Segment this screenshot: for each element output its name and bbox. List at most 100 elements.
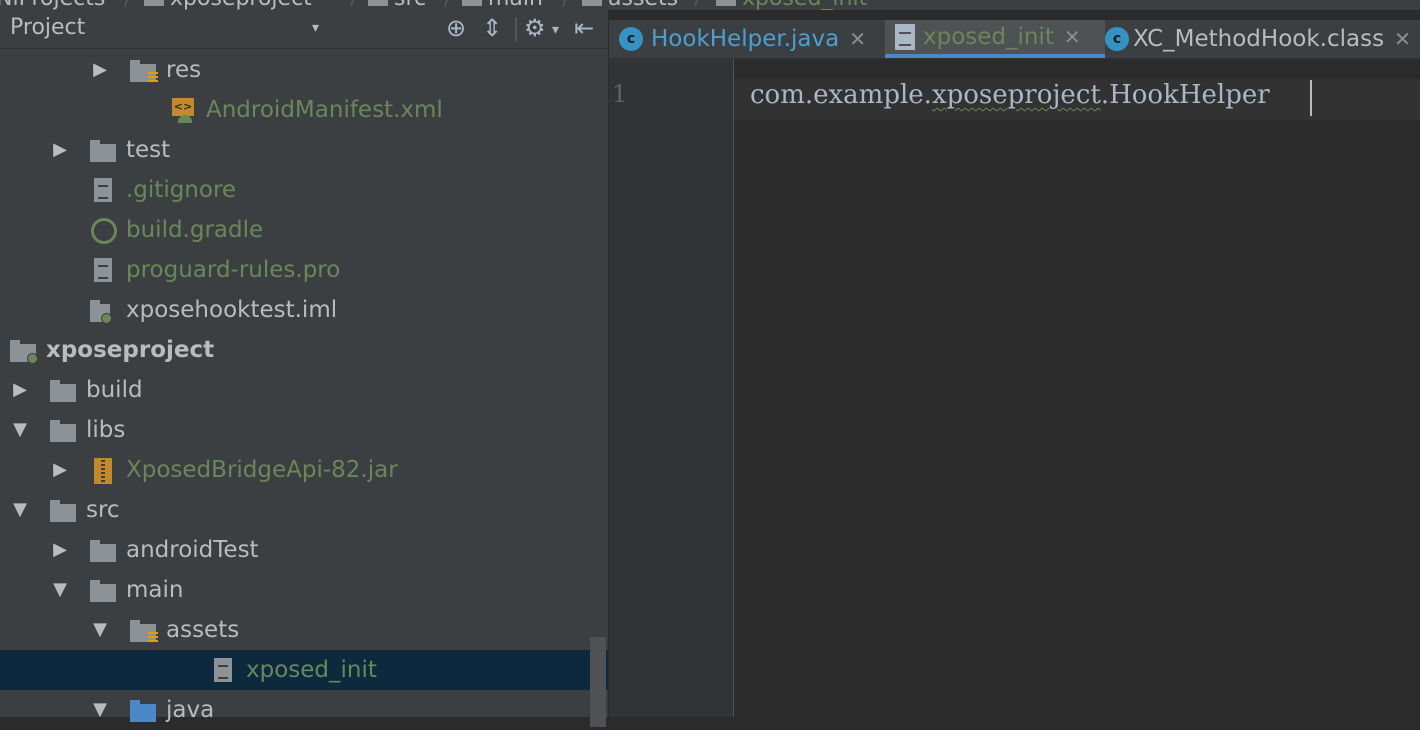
text-caret: [1310, 80, 1312, 116]
tree-item-xposed-init[interactable]: xposed_init: [0, 650, 608, 690]
project-view-selector[interactable]: Project: [10, 15, 85, 40]
tree-item-label: .gitignore: [126, 177, 237, 203]
breadcrumb-item[interactable]: src: [368, 0, 426, 10]
folder-icon: [50, 498, 76, 522]
chevron-down-icon[interactable]: ▼: [90, 610, 110, 650]
file-icon: [716, 0, 736, 6]
chevron-down-icon[interactable]: ▼: [50, 570, 70, 610]
folder-icon: [368, 0, 388, 6]
tree-item-proguard-rules-pro[interactable]: proguard-rules.pro: [0, 250, 608, 290]
breadcrumb-separator: /: [350, 0, 357, 10]
tree-item-label: xposehooktest.iml: [126, 297, 338, 323]
file-icon: [90, 258, 116, 282]
tree-item-test[interactable]: ▶ test: [0, 130, 608, 170]
editor-tab-bar: c HookHelper.java ✕ xposed_init ✕ c XC_M…: [609, 20, 1420, 59]
tree-item-label: libs: [86, 417, 126, 443]
chevron-right-icon[interactable]: ▶: [50, 130, 70, 170]
editor-area[interactable]: [734, 120, 1420, 717]
tab-xc-methodhook-class[interactable]: c XC_MethodHook.class ✕: [1105, 20, 1420, 58]
tab-xposed-init[interactable]: xposed_init ✕: [885, 20, 1105, 58]
file-icon: [210, 658, 236, 682]
breadcrumb-separator: /: [694, 0, 701, 10]
tree-item-label: xposed_init: [246, 657, 377, 683]
breadcrumb-item[interactable]: NiProjects: [0, 0, 105, 10]
chevron-right-icon[interactable]: ▶: [50, 530, 70, 570]
chevron-right-icon[interactable]: ▶: [10, 370, 30, 410]
project-panel: Project ▾ ⊕ ⇕ | ⚙ ▾ ⇤ ▶ res <> AndroidManif…: [0, 10, 609, 727]
folder-icon: [90, 538, 116, 562]
close-icon[interactable]: ✕: [1384, 27, 1411, 51]
project-panel-header: Project ▾ ⊕ ⇕ | ⚙ ▾ ⇤: [0, 10, 608, 49]
code-text-spellcheck: xposeproject: [931, 80, 1101, 110]
tree-item-label: assets: [166, 617, 240, 643]
tree-item-main[interactable]: ▼ main: [0, 570, 608, 610]
tree-item-build-gradle[interactable]: build.gradle: [0, 210, 608, 250]
tree-item-label: main: [126, 577, 184, 603]
tree-item-xposedbridgeapi-82-jar[interactable]: ▶ XposedBridgeApi-82.jar: [0, 450, 608, 490]
tree-item-java[interactable]: ▼ java: [0, 690, 608, 730]
tree-item-xposeproject[interactable]: ▼xposeproject: [0, 330, 608, 370]
folder-icon: [50, 418, 76, 442]
module-file-icon: [90, 298, 116, 324]
close-icon[interactable]: ✕: [839, 27, 866, 51]
gear-icon[interactable]: ⚙: [524, 14, 546, 42]
chevron-right-icon[interactable]: ▶: [90, 50, 110, 90]
code-text: com.example.: [750, 80, 932, 110]
jar-icon: [90, 458, 116, 484]
folder-icon: [90, 138, 116, 162]
tree-item-label: build: [86, 377, 143, 403]
tree-item-label: res: [166, 57, 202, 83]
tree-item-xposehooktest-iml[interactable]: xposehooktest.iml: [0, 290, 608, 330]
tree-item-gitignore[interactable]: .gitignore: [0, 170, 608, 210]
res-folder-icon: [130, 58, 158, 82]
hide-panel-icon[interactable]: ⇤: [574, 14, 594, 42]
breadcrumb-item[interactable]: assets: [582, 0, 678, 10]
tree-item-label: java: [166, 697, 215, 723]
tab-label: XC_MethodHook.class: [1133, 26, 1385, 52]
tab-label: xposed_init: [923, 24, 1054, 50]
tree-item-label: build.gradle: [126, 217, 264, 243]
collapse-all-icon[interactable]: ⇕: [482, 14, 502, 42]
editor-gutter: [609, 59, 734, 717]
tree-item-label: proguard-rules.pro: [126, 257, 341, 283]
tree-item-src[interactable]: ▼ src: [0, 490, 608, 530]
breadcrumb: NiProjects / xposeproject / src / main /…: [0, 0, 1420, 10]
chevron-right-icon[interactable]: ▶: [50, 450, 70, 490]
folder-icon: [144, 0, 164, 6]
tree-item-label: androidTest: [126, 537, 259, 563]
code-text: .HookHelper: [1100, 80, 1270, 110]
tree-item-libs[interactable]: ▼ libs: [0, 410, 608, 450]
breadcrumb-separator: /: [444, 0, 451, 10]
tab-label: HookHelper.java: [651, 26, 840, 52]
line-number: 1: [612, 80, 628, 108]
tree-item-res[interactable]: ▶ res: [0, 50, 608, 90]
breadcrumb-item[interactable]: main: [462, 0, 543, 10]
tree-item-assets[interactable]: ▼ assets: [0, 610, 608, 650]
code-line[interactable]: com.example.xposeproject.HookHelper: [750, 80, 1270, 110]
text-file-icon: [895, 24, 915, 50]
chevron-down-icon[interactable]: ▼: [90, 690, 110, 730]
chevron-down-icon[interactable]: ▾: [552, 22, 559, 38]
xml-icon: <>: [170, 98, 196, 123]
scrollbar[interactable]: [590, 637, 606, 727]
chevron-down-icon[interactable]: ▾: [312, 20, 319, 36]
tree-item-label: XposedBridgeApi-82.jar: [126, 457, 398, 483]
tree-item-androidmanifest-xml[interactable]: <> AndroidManifest.xml: [0, 90, 608, 130]
class-icon: c: [619, 27, 643, 51]
tab-hookhelper-java[interactable]: c HookHelper.java ✕: [619, 20, 885, 58]
breadcrumb-item[interactable]: xposed_init: [716, 0, 867, 10]
gradle-icon: [90, 218, 117, 244]
locate-icon[interactable]: ⊕: [446, 14, 466, 42]
blue-folder-icon: [130, 698, 156, 722]
breadcrumb-item[interactable]: xposeproject: [144, 0, 312, 10]
chevron-down-icon[interactable]: ▼: [10, 410, 30, 450]
chevron-down-icon[interactable]: ▼: [10, 490, 30, 530]
close-icon[interactable]: ✕: [1054, 25, 1081, 49]
tree-item-build[interactable]: ▶ build: [0, 370, 608, 410]
divider: |: [512, 14, 521, 42]
folder-icon: [462, 0, 482, 6]
tree-item-androidtest[interactable]: ▶ androidTest: [0, 530, 608, 570]
folder-icon: [90, 578, 116, 602]
tree-item-label: xposeproject: [46, 337, 215, 363]
tree-item-label: src: [86, 497, 120, 523]
